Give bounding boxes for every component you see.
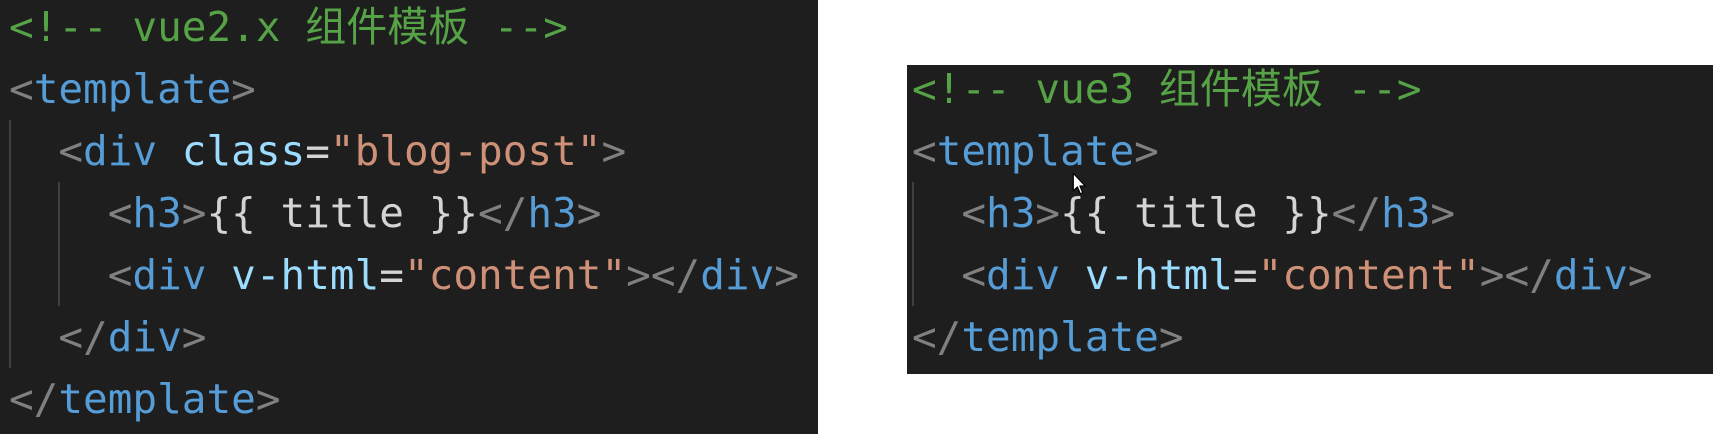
tag-name-h3: h3	[1381, 189, 1431, 237]
tag-name-div: div	[1553, 251, 1628, 299]
code-line-div-vhtml: <div v-html="content"></div>	[912, 244, 1653, 306]
mustache-interpolation: {{ title }}	[206, 189, 479, 237]
tag-name-template: template	[961, 313, 1159, 361]
tag-name-template: template	[33, 65, 232, 113]
code-line-div-close: </div>	[9, 306, 799, 368]
tag-bracket: >	[181, 189, 207, 237]
tag-bracket: >	[601, 127, 627, 175]
code-line-template-open: <template>	[912, 120, 1653, 182]
code-line-h3: <h3>{{ title }}</h3>	[912, 182, 1653, 244]
tag-name-template: template	[58, 375, 256, 423]
tag-name-h3: h3	[986, 189, 1036, 237]
tag-bracket: >	[1158, 313, 1184, 361]
tag-bracket: >	[255, 375, 281, 423]
tag-bracket: >	[1627, 251, 1653, 299]
vue2-code-panel: <!-- vue2.x 组件模板 --> <template> <div cla…	[0, 0, 818, 434]
attribute-value: "content"	[403, 251, 627, 299]
arrow-cursor-icon	[1072, 172, 1086, 195]
tag-name-h3: h3	[132, 189, 182, 237]
tag-bracket: <	[107, 189, 133, 237]
code-line-template-close: </template>	[9, 368, 799, 430]
tag-bracket: <	[912, 127, 937, 175]
tag-name-div: div	[83, 127, 158, 175]
tag-bracket: </	[912, 313, 962, 361]
code-block: <!-- vue2.x 组件模板 --> <template> <div cla…	[9, 0, 799, 430]
attribute-name-v-html: v-html	[231, 251, 380, 299]
equals-sign: =	[379, 251, 404, 299]
code-line-h3: <h3>{{ title }}</h3>	[9, 182, 799, 244]
tag-bracket: <	[9, 65, 34, 113]
tag-bracket: >	[1430, 189, 1456, 237]
tag-bracket: </	[1331, 189, 1382, 237]
screenshot: <!-- vue2.x 组件模板 --> <template> <div cla…	[0, 0, 1715, 434]
code-line-div-vhtml: <div v-html="content"></div>	[9, 244, 799, 306]
code-line-comment: <!-- vue2.x 组件模板 -->	[9, 0, 799, 58]
code-comment: <!-- vue3 组件模板 -->	[912, 65, 1422, 113]
tag-bracket: <	[58, 127, 84, 175]
tag-bracket: </	[478, 189, 528, 237]
attribute-name-class: class	[181, 127, 306, 175]
equals-sign: =	[1232, 251, 1258, 299]
tag-bracket: >	[231, 65, 256, 113]
tag-name-div: div	[700, 251, 775, 299]
tag-bracket: <	[961, 189, 987, 237]
tag-bracket: >	[774, 251, 799, 299]
attribute-value: "content"	[1257, 251, 1480, 299]
code-line-template-open: <template>	[9, 58, 799, 120]
tag-bracket: >	[181, 313, 207, 361]
tag-bracket: >	[1134, 127, 1159, 175]
code-comment: <!-- vue2.x 组件模板 -->	[9, 3, 568, 51]
mustache-interpolation: {{ title }}	[1060, 189, 1332, 237]
tag-name-div: div	[107, 313, 182, 361]
code-line-template-close: </template>	[912, 306, 1653, 368]
tag-bracket: </	[58, 313, 108, 361]
vue3-code-panel: <!-- vue3 组件模板 --> <template> <h3>{{ tit…	[907, 65, 1713, 374]
code-line-comment: <!-- vue3 组件模板 -->	[912, 65, 1653, 120]
attribute-value: "blog-post"	[329, 127, 602, 175]
tag-bracket: ></	[1479, 251, 1554, 299]
tag-bracket: </	[9, 375, 59, 423]
tag-bracket: <	[961, 251, 987, 299]
tag-bracket: <	[107, 251, 133, 299]
attribute-name-v-html: v-html	[1084, 251, 1233, 299]
tag-name-h3: h3	[527, 189, 577, 237]
code-line-div-open: <div class="blog-post">	[9, 120, 799, 182]
tag-name-div: div	[132, 251, 207, 299]
code-block: <!-- vue3 组件模板 --> <template> <h3>{{ tit…	[912, 65, 1653, 368]
equals-sign: =	[305, 127, 330, 175]
tag-name-template: template	[936, 127, 1135, 175]
tag-bracket: >	[1035, 189, 1061, 237]
tag-bracket: >	[576, 189, 602, 237]
tag-name-div: div	[986, 251, 1061, 299]
tag-bracket: ></	[626, 251, 701, 299]
